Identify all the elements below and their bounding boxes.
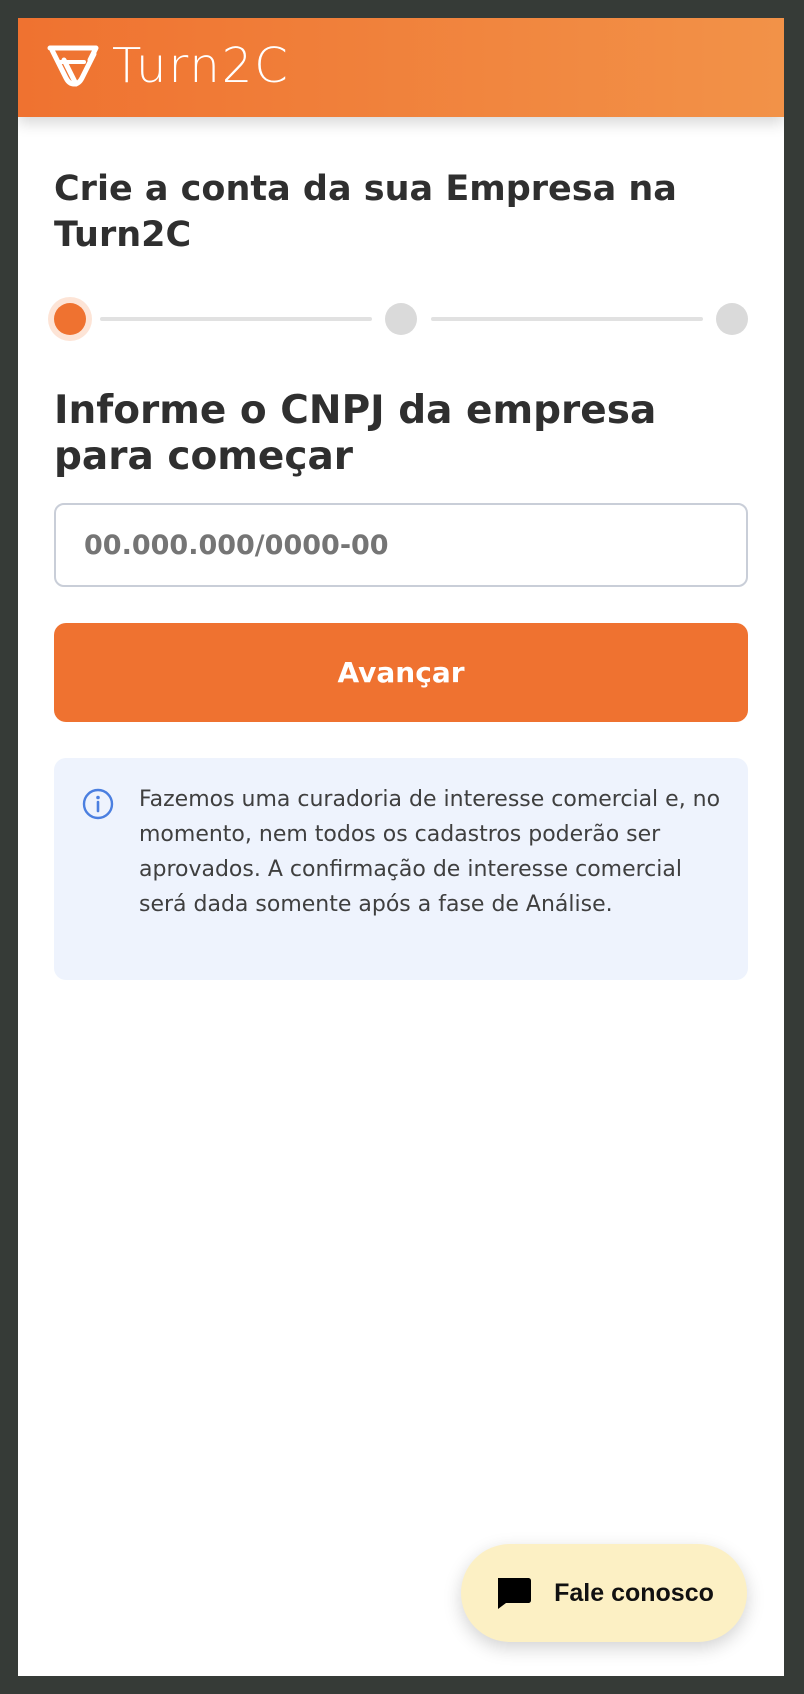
progress-stepper [54, 296, 748, 340]
cnpj-heading: Informe o CNPJ da empresa para começar [54, 388, 657, 479]
info-notice: Fazemos uma curadoria de interesse comer… [54, 758, 748, 980]
contact-us-button[interactable]: Fale conosco [461, 1544, 747, 1642]
app-frame: Turn2C Crie a conta da sua Empresa na Tu… [18, 18, 784, 1676]
info-circle-icon [82, 788, 114, 820]
step-2-dot [385, 303, 417, 335]
turn2c-logo-mark-icon [47, 45, 99, 87]
turn2c-logo[interactable]: Turn2C [46, 40, 290, 92]
info-text: Fazemos uma curadoria de interesse comer… [139, 787, 721, 917]
advance-button[interactable]: Avançar [54, 623, 748, 722]
contact-us-label: Fale conosco [554, 1578, 714, 1607]
step-connector-2 [431, 317, 703, 321]
page-title: Crie a conta da sua Empresa na Turn2C [54, 169, 677, 255]
signup-content: Crie a conta da sua Empresa na Turn2C In… [54, 166, 748, 980]
chat-bubble-icon [498, 1578, 532, 1609]
step-connector-1 [100, 317, 372, 321]
step-1-dot-active [54, 303, 86, 335]
cnpj-input[interactable] [54, 503, 748, 587]
top-header: Turn2C [18, 18, 784, 117]
step-3-dot [716, 303, 748, 335]
logo-text: Turn2C [112, 38, 290, 94]
